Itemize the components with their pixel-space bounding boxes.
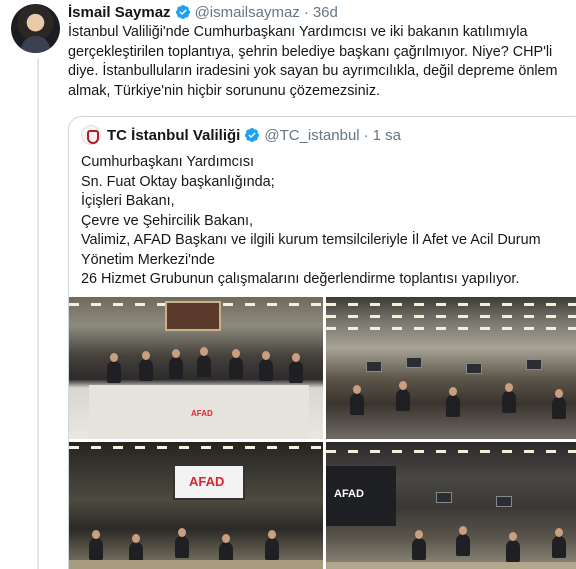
thread-line [37,58,39,569]
wall-painting [165,301,221,331]
monitor [526,359,542,370]
person [107,353,121,383]
ceiling-lights [69,446,323,449]
person [197,347,211,377]
person [175,528,189,558]
meeting-photo-2[interactable] [326,297,576,439]
ceiling-lights [326,450,576,453]
quoted-tweet-header: TC İstanbul Valiliği @TC_istanbul · 1 sa [81,125,401,145]
separator-dot: · [303,3,309,21]
tweet-text: İstanbul Valiliği'nde Cumhurbaşkanı Yard… [68,24,558,99]
separator-dot: · [363,126,369,144]
person [89,530,103,560]
person [506,532,520,562]
desk-row [69,560,323,569]
screen-afad-label: AFAD [189,474,225,489]
photo-grid: AFAD AFAD AFAD [69,297,576,569]
tweet-timestamp[interactable]: 36d [313,4,338,21]
person [259,351,273,381]
person [289,353,303,383]
verified-badge-icon [175,4,191,20]
wall-afad-label: AFAD [334,488,364,500]
author-avatar[interactable] [11,4,60,53]
person [446,387,460,417]
monitor [366,361,382,372]
person [229,349,243,379]
meeting-photo-4[interactable]: AFAD [326,442,576,569]
person [265,530,279,560]
meeting-photo-3[interactable]: AFAD [69,442,323,569]
monitor [406,357,422,368]
ceiling-lights [326,327,576,330]
quoted-author-avatar [81,125,101,145]
desk-row [326,562,576,569]
quoted-tweet-text: Cumhurbaşkanı Yardımcısı Sn. Fuat Oktay … [81,154,541,287]
person [552,389,566,419]
quoted-tweet-card[interactable]: TC İstanbul Valiliği @TC_istanbul · 1 sa… [68,116,576,569]
author-handle[interactable]: @ismailsaymaz [195,4,300,21]
author-name[interactable]: İsmail Saymaz [68,4,171,21]
afad-display-screen: AFAD [173,464,245,500]
quoted-author-handle[interactable]: @TC_istanbul [264,127,359,144]
ceiling-lights [326,303,576,306]
person [412,530,426,560]
monitor [436,492,452,503]
person [139,351,153,381]
person [350,385,364,415]
tweet-header: İsmail Saymaz @ismailsaymaz · 36d [68,3,338,21]
verified-badge-icon [244,127,260,143]
podium-afad-label: AFAD [191,409,213,418]
person [502,383,516,413]
person [396,381,410,411]
person [552,528,566,558]
ceiling-lights [326,315,576,318]
person [456,526,470,556]
meeting-photo-1[interactable]: AFAD [69,297,323,439]
monitor [466,363,482,374]
monitor [496,496,512,507]
quoted-author-name[interactable]: TC İstanbul Valiliği [107,127,240,144]
person [169,349,183,379]
quoted-tweet-timestamp[interactable]: 1 sa [373,127,401,144]
